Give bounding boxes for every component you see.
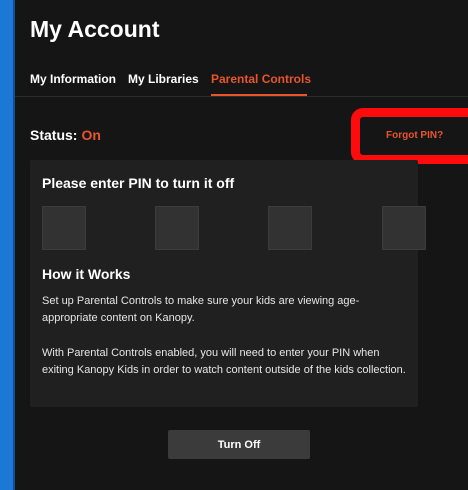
- forgot-pin-link[interactable]: Forgot PIN?: [386, 130, 443, 141]
- how-it-works-paragraph-1: Set up Parental Controls to make sure yo…: [42, 295, 360, 324]
- status-label: Status:: [30, 127, 78, 143]
- pin-card: Please enter PIN to turn it off How it W…: [30, 160, 426, 407]
- status-line: Status: On: [30, 127, 101, 143]
- tab-parental-controls[interactable]: Parental Controls: [211, 72, 311, 86]
- turn-off-button[interactable]: Turn Off: [168, 430, 310, 459]
- pin-digit-4[interactable]: [382, 206, 426, 250]
- account-panel: My Account My Information My Libraries P…: [13, 0, 468, 490]
- pin-prompt: Please enter PIN to turn it off: [42, 175, 235, 191]
- tab-my-libraries[interactable]: My Libraries: [128, 72, 199, 86]
- pin-digit-1[interactable]: [42, 206, 86, 250]
- how-it-works-paragraph-2: With Parental Controls enabled, you will…: [42, 347, 406, 376]
- page-title: My Account: [30, 16, 160, 42]
- pin-digit-2[interactable]: [155, 206, 199, 250]
- pin-digit-3[interactable]: [268, 206, 312, 250]
- tab-my-information[interactable]: My Information: [30, 72, 116, 86]
- status-value: On: [81, 127, 101, 143]
- tab-divider: [15, 96, 468, 97]
- how-it-works-title: How it Works: [42, 266, 131, 282]
